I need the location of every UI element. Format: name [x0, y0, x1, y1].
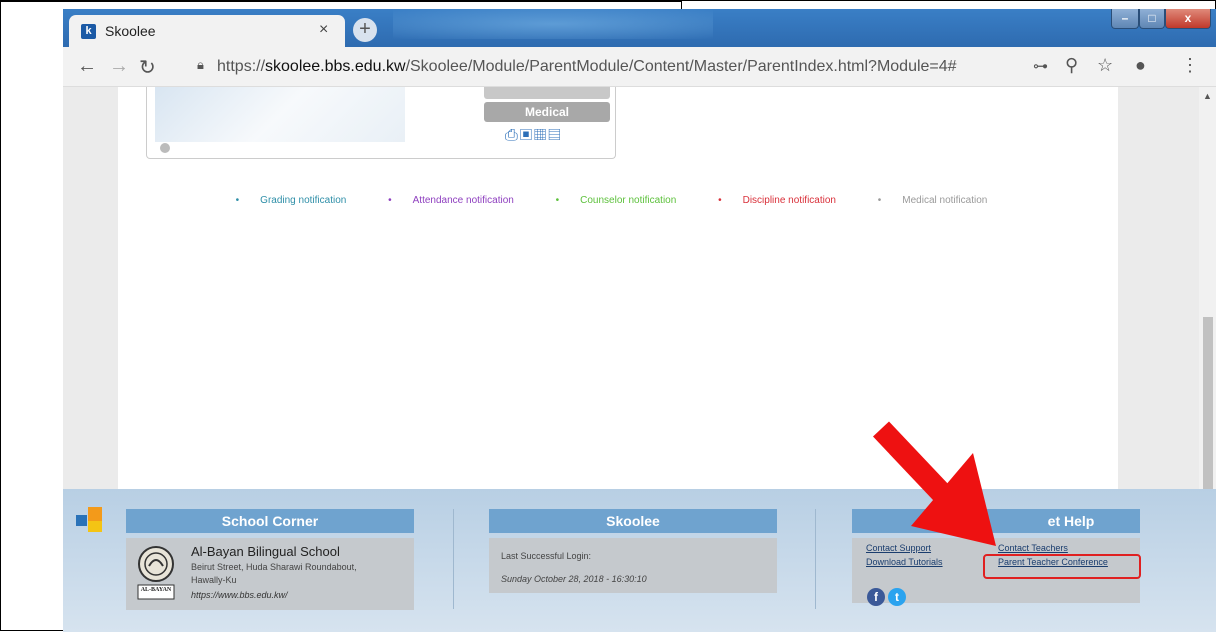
- notification-legend: • Grading notification • Attendance notifi…: [118, 195, 1118, 206]
- new-tab-button[interactable]: +: [353, 18, 377, 42]
- bus-icon[interactable]: ▣: [520, 127, 534, 144]
- skoolee-favicon-icon: k: [81, 24, 96, 39]
- maximize-button[interactable]: □: [1139, 9, 1165, 29]
- address-bar[interactable]: 🔒︎ https://skoolee.bbs.edu.kw/Skoolee/Mo…: [193, 51, 983, 83]
- facebook-icon[interactable]: f: [867, 588, 885, 606]
- skoolee-heading: Skoolee: [489, 509, 777, 533]
- top-border: [1, 1, 681, 2]
- medical-button[interactable]: Medical: [484, 102, 610, 122]
- contact-support-link[interactable]: Contact Support: [866, 543, 931, 553]
- scroll-thumb[interactable]: [1203, 317, 1213, 497]
- student-card: Medical ⎙▣▦▤: [146, 87, 616, 159]
- legend-attendance: • Attendance notification: [388, 195, 514, 206]
- status-dot: [160, 143, 170, 153]
- page-viewport: Medical ⎙▣▦▤ • Grading notification • Atte…: [63, 87, 1216, 632]
- school-name: Al-Bayan Bilingual School: [191, 544, 340, 559]
- forward-icon[interactable]: →: [109, 55, 129, 78]
- tab-skoolee[interactable]: k Skoolee ×: [69, 15, 345, 47]
- last-login-value: Sunday October 28, 2018 - 16:30:10: [501, 574, 647, 584]
- page-scrollbar[interactable]: ▲: [1199, 87, 1216, 497]
- student-photo: [155, 87, 405, 142]
- legend-counselor: • Counselor notification: [555, 195, 677, 206]
- menu-icon[interactable]: ⋮: [1181, 55, 1199, 76]
- school-corner-box: AL-BAYAN Al-Bayan Bilingual School Beiru…: [126, 538, 414, 610]
- star-icon[interactable]: ☆: [1097, 55, 1113, 76]
- scroll-up-icon[interactable]: ▲: [1203, 91, 1212, 101]
- close-window-button[interactable]: x: [1165, 9, 1211, 29]
- tab-bar: k Skoolee × + – □ x: [63, 9, 1216, 47]
- close-tab-icon[interactable]: ×: [319, 21, 328, 39]
- skoolee-box: Last Successful Login: Sunday October 28…: [489, 538, 777, 593]
- school-corner-heading: School Corner: [126, 509, 414, 533]
- url-text[interactable]: https://skoolee.bbs.edu.kw/Skoolee/Modul…: [217, 58, 957, 76]
- minimize-button[interactable]: –: [1111, 9, 1139, 29]
- highlight-box: [983, 554, 1141, 579]
- skoolee-logo-icon: [76, 507, 102, 533]
- get-help-heading: et Help: [852, 509, 1140, 533]
- school-seal-icon: AL-BAYAN: [136, 544, 176, 602]
- key-icon[interactable]: ⊶: [1033, 57, 1048, 75]
- title-glow: [393, 9, 713, 39]
- browser-window: k Skoolee × + – □ x ← → ↻ 🔒︎ https://sko…: [63, 9, 1216, 632]
- last-login-label: Last Successful Login:: [501, 551, 592, 561]
- card-button-partial[interactable]: [484, 87, 610, 99]
- card-icons: ⎙▣▦▤: [505, 127, 562, 145]
- content-area: Medical ⎙▣▦▤ • Grading notification • Atte…: [118, 87, 1118, 497]
- lock-icon[interactable]: 🔒︎: [197, 57, 204, 73]
- school-website[interactable]: https://www.bbs.edu.kw/: [191, 590, 288, 600]
- legend-medical: • Medical notification: [877, 195, 988, 206]
- top-border-tick: [681, 1, 682, 9]
- footer-divider: [815, 509, 816, 609]
- window-controls: – □ x: [1103, 9, 1216, 31]
- reload-icon[interactable]: ↻: [139, 55, 156, 80]
- download-tutorials-link[interactable]: Download Tutorials: [866, 557, 943, 567]
- screenshot-frame: k Skoolee × + – □ x ← → ↻ 🔒︎ https://sko…: [0, 0, 1216, 632]
- twitter-icon[interactable]: t: [888, 588, 906, 606]
- contact-teachers-link[interactable]: Contact Teachers: [998, 543, 1068, 553]
- footer-divider: [453, 509, 454, 609]
- printer-icon[interactable]: ⎙: [505, 127, 520, 144]
- zoom-icon[interactable]: ⚲: [1065, 55, 1078, 76]
- account-icon[interactable]: ●: [1135, 55, 1146, 76]
- school-address-line2: Hawally-Ku: [191, 575, 237, 585]
- back-icon[interactable]: ←: [77, 55, 97, 78]
- school-address-line1: Beirut Street, Huda Sharawi Roundabout,: [191, 562, 357, 572]
- calendar-18-icon[interactable]: ▤: [548, 127, 562, 144]
- seal-text: AL-BAYAN: [140, 587, 172, 593]
- legend-discipline: • Discipline notification: [718, 195, 836, 206]
- tab-title: Skoolee: [105, 23, 156, 39]
- browser-toolbar: ← → ↻ 🔒︎ https://skoolee.bbs.edu.kw/Skoo…: [63, 47, 1216, 87]
- calendar-grid-icon[interactable]: ▦: [534, 127, 548, 144]
- legend-grading: • Grading notification: [235, 195, 347, 206]
